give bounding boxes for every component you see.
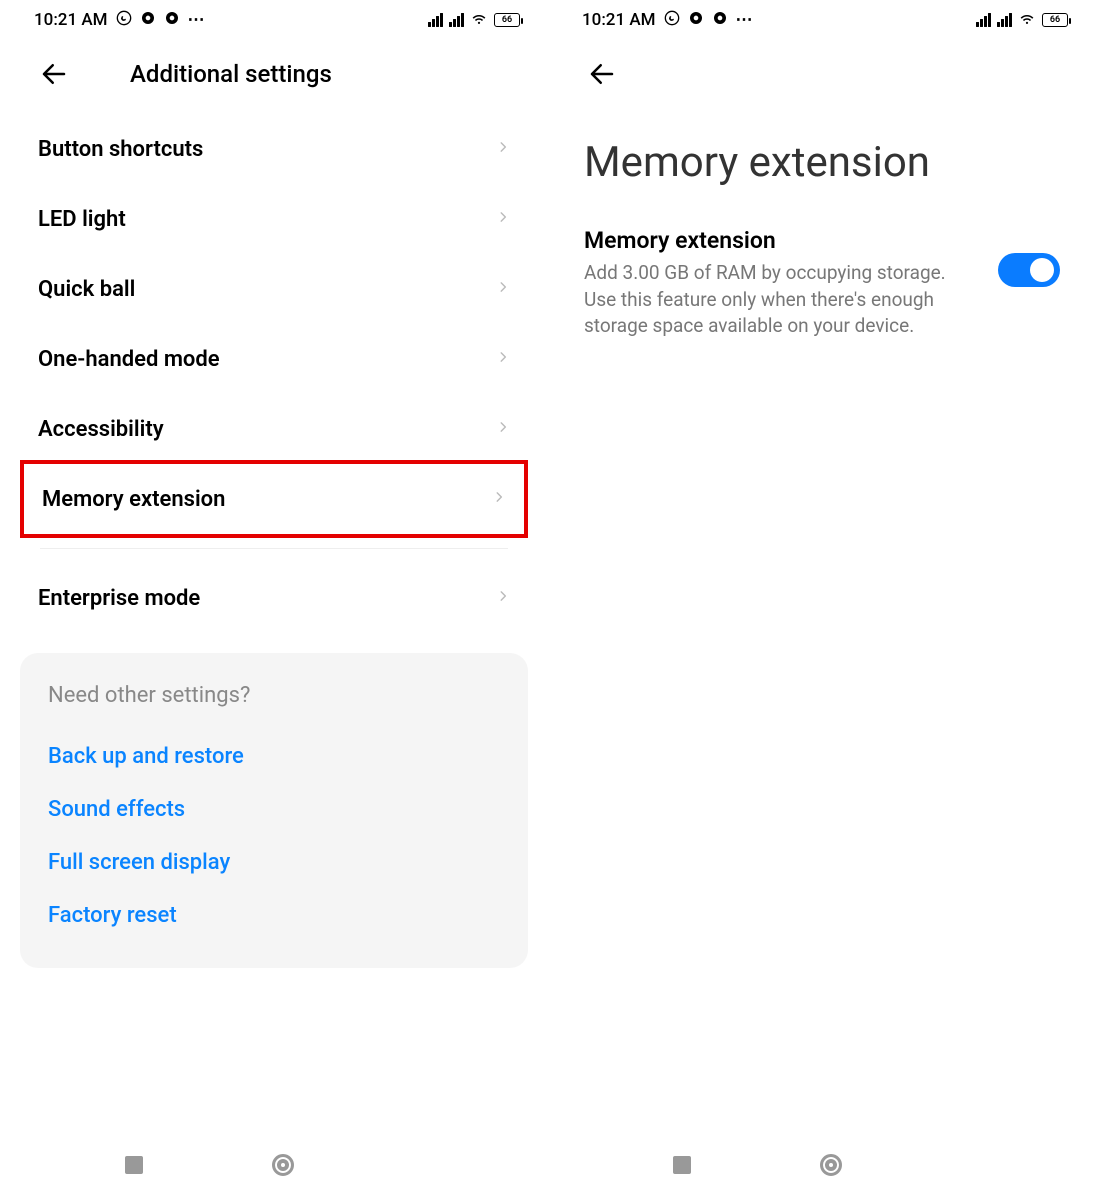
- settings-item-memory-extension[interactable]: Memory extension: [24, 464, 524, 534]
- suggestions-card: Need other settings? Back up and restore…: [20, 653, 528, 968]
- setting-title: Memory extension: [584, 227, 978, 254]
- phone-left: 10:21 AM ⋯ 66 Additional settings: [0, 0, 548, 1200]
- back-button[interactable]: [586, 58, 618, 90]
- recent-apps-button[interactable]: [125, 1156, 143, 1174]
- list-divider: [40, 548, 508, 549]
- signal-icon: [997, 13, 1012, 27]
- chevron-right-icon: [496, 136, 510, 162]
- setting-description: Add 3.00 GB of RAM by occupying storage.…: [584, 260, 978, 340]
- phone-right: 10:21 AM ⋯ 66 Memory extension: [548, 0, 1096, 1200]
- navigation-bar: [548, 1138, 1096, 1200]
- suggestion-link-sound-effects[interactable]: Sound effects: [48, 783, 518, 836]
- item-label: Enterprise mode: [38, 586, 200, 611]
- settings-item-one-handed-mode[interactable]: One-handed mode: [20, 324, 528, 394]
- chevron-right-icon: [496, 416, 510, 442]
- suggestion-link-backup-restore[interactable]: Back up and restore: [48, 730, 518, 783]
- settings-item-accessibility[interactable]: Accessibility: [20, 394, 528, 464]
- chrome-icon: [712, 10, 728, 31]
- status-bar: 10:21 AM ⋯ 66: [0, 0, 548, 40]
- more-notifications-icon: ⋯: [188, 10, 207, 30]
- chevron-right-icon: [496, 346, 510, 372]
- battery-icon: 66: [1042, 13, 1068, 27]
- suggestion-link-full-screen-display[interactable]: Full screen display: [48, 836, 518, 889]
- recent-apps-button[interactable]: [673, 1156, 691, 1174]
- item-label: LED light: [38, 207, 126, 232]
- chevron-right-icon: [496, 276, 510, 302]
- toggle-knob-icon: [1030, 258, 1054, 282]
- chrome-icon: [164, 10, 180, 31]
- item-label: One-handed mode: [38, 347, 220, 372]
- chrome-icon: [688, 10, 704, 31]
- signal-icon: [976, 13, 991, 27]
- card-title: Need other settings?: [48, 683, 518, 708]
- signal-icon: [449, 13, 464, 27]
- whatsapp-icon: [116, 10, 132, 31]
- more-notifications-icon: ⋯: [736, 10, 755, 30]
- status-bar: 10:21 AM ⋯ 66: [548, 0, 1096, 40]
- clock-time: 10:21 AM: [582, 10, 656, 30]
- back-button[interactable]: [38, 58, 70, 90]
- item-label: Memory extension: [42, 487, 225, 512]
- clock-time: 10:21 AM: [34, 10, 108, 30]
- chrome-icon: [140, 10, 156, 31]
- settings-item-quick-ball[interactable]: Quick ball: [20, 254, 528, 324]
- suggestion-link-factory-reset[interactable]: Factory reset: [48, 889, 518, 942]
- wifi-icon: [1018, 9, 1036, 32]
- battery-icon: 66: [494, 13, 520, 27]
- item-label: Quick ball: [38, 277, 135, 302]
- page-title: Memory extension: [548, 108, 1096, 227]
- item-label: Button shortcuts: [38, 137, 203, 162]
- home-button[interactable]: [820, 1154, 842, 1176]
- chevron-right-icon: [496, 206, 510, 232]
- chevron-right-icon: [492, 486, 506, 512]
- settings-item-enterprise-mode[interactable]: Enterprise mode: [20, 563, 528, 633]
- settings-list: Button shortcuts LED light Quick ball On…: [0, 108, 548, 633]
- navigation-bar: [0, 1138, 548, 1200]
- header-bar: [548, 40, 1096, 108]
- header-bar: Additional settings: [0, 40, 548, 108]
- signal-icon: [428, 13, 443, 27]
- home-button[interactable]: [272, 1154, 294, 1176]
- settings-item-led-light[interactable]: LED light: [20, 184, 528, 254]
- chevron-right-icon: [496, 585, 510, 611]
- settings-item-button-shortcuts[interactable]: Button shortcuts: [20, 114, 528, 184]
- wifi-icon: [470, 9, 488, 32]
- item-label: Accessibility: [38, 417, 164, 442]
- highlighted-box: Memory extension: [20, 460, 528, 538]
- memory-extension-toggle[interactable]: [998, 253, 1060, 287]
- page-title: Additional settings: [130, 60, 332, 88]
- memory-extension-setting: Memory extension Add 3.00 GB of RAM by o…: [548, 227, 1096, 340]
- whatsapp-icon: [664, 10, 680, 31]
